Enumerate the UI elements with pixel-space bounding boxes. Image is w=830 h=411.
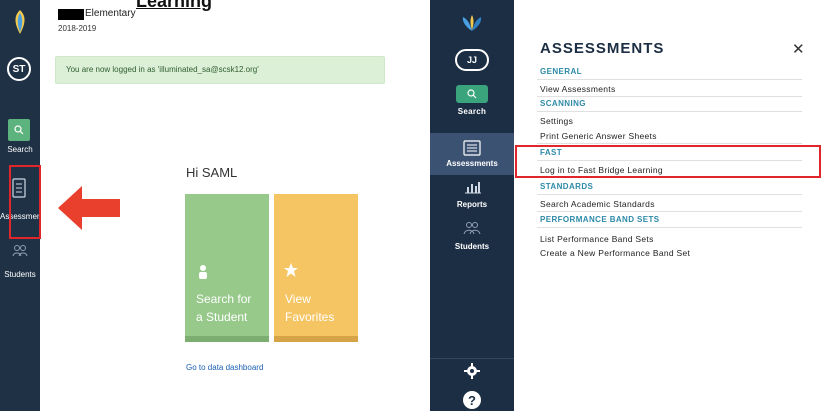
- divider: [537, 211, 802, 212]
- app-logo-icon: [15, 10, 25, 34]
- person-icon: [199, 265, 207, 279]
- card-favorites-line1[interactable]: View: [285, 290, 311, 308]
- assessments-nav-label[interactable]: Assessments: [430, 159, 514, 168]
- menu-item-create-band-set[interactable]: Create a New Performance Band Set: [540, 248, 690, 258]
- highlight-box-assessments: [9, 165, 41, 239]
- data-dashboard-link[interactable]: Go to data dashboard: [186, 363, 263, 372]
- students-icon[interactable]: [463, 221, 481, 235]
- divider: [537, 79, 802, 80]
- search-nav-button[interactable]: [8, 119, 30, 141]
- card-footer-bar: [274, 336, 358, 342]
- students-nav-label[interactable]: Students: [430, 242, 514, 251]
- search-nav-label[interactable]: Search: [0, 145, 40, 154]
- search-nav-label[interactable]: Search: [430, 107, 514, 116]
- section-heading-standards: STANDARDS: [540, 182, 594, 191]
- card-search-line2[interactable]: a Student: [196, 308, 247, 326]
- section-heading-general: GENERAL: [540, 67, 582, 76]
- card-favorites-line2[interactable]: Favorites: [285, 308, 334, 326]
- menu-item-list-band-sets[interactable]: List Performance Band Sets: [540, 234, 654, 244]
- reports-nav-label[interactable]: Reports: [430, 200, 514, 209]
- red-arrow-icon: [58, 186, 120, 230]
- divider: [537, 227, 802, 228]
- menu-item-view-assessments[interactable]: View Assessments: [540, 84, 616, 94]
- section-heading-performance-band-sets: PERFORMANCE BAND SETS: [540, 215, 660, 224]
- login-alert-text: You are now logged in as 'illuminated_sa…: [66, 65, 259, 74]
- menu-item-print-answer-sheets[interactable]: Print Generic Answer Sheets: [540, 131, 657, 141]
- assessments-icon[interactable]: [463, 140, 481, 156]
- gear-icon[interactable]: [463, 362, 481, 380]
- page-heading-fragment: Learning: [136, 0, 213, 11]
- divider: [537, 194, 802, 195]
- search-nav-button[interactable]: [456, 85, 488, 103]
- divider: [537, 143, 802, 144]
- panel-title: ASSESSMENTS: [540, 40, 665, 57]
- menu-item-search-standards[interactable]: Search Academic Standards: [540, 199, 655, 209]
- school-name: Elementary: [85, 8, 136, 19]
- divider: [537, 111, 802, 112]
- redacted-text: [58, 9, 84, 20]
- star-icon: [284, 263, 298, 277]
- menu-item-settings[interactable]: Settings: [540, 116, 573, 126]
- card-search-line1[interactable]: Search for: [196, 290, 251, 308]
- search-icon: [14, 125, 24, 135]
- divider: [537, 96, 802, 97]
- search-icon: [467, 89, 477, 99]
- highlight-box-fast: [515, 145, 821, 178]
- students-nav-label[interactable]: Students: [0, 270, 40, 279]
- sidebar-divider: [430, 358, 514, 359]
- app-logo-icon: [462, 15, 482, 31]
- section-heading-scanning: SCANNING: [540, 99, 586, 108]
- user-avatar[interactable]: JJ: [455, 49, 489, 71]
- help-icon[interactable]: ?: [463, 391, 481, 409]
- school-year: 2018-2019: [58, 24, 97, 33]
- reports-icon[interactable]: [464, 180, 482, 194]
- card-footer-bar: [185, 336, 269, 342]
- user-avatar[interactable]: ST: [7, 57, 31, 81]
- close-icon[interactable]: ✕: [792, 40, 805, 58]
- greeting: Hi SAML: [186, 165, 238, 180]
- students-icon[interactable]: [12, 243, 28, 259]
